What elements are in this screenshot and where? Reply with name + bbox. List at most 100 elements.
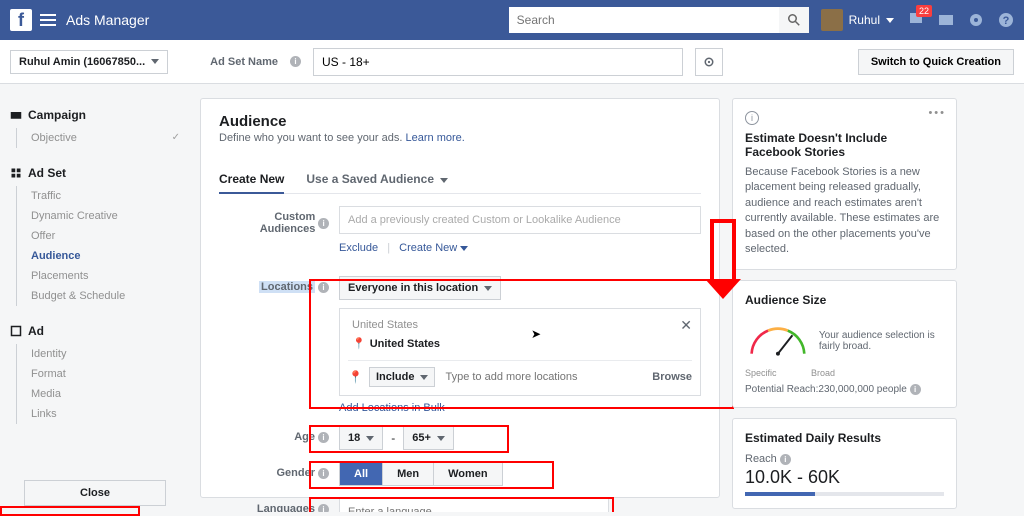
info-icon[interactable]: i: [318, 504, 329, 513]
bulk-locations-link[interactable]: Add Locations in Bulk: [339, 402, 445, 414]
info-icon[interactable]: i: [318, 218, 329, 229]
audience-subtitle: Define who you want to see your ads. Lea…: [219, 132, 701, 144]
adset-icon: [10, 167, 22, 179]
info-icon[interactable]: i: [910, 384, 921, 395]
svg-text:?: ?: [1003, 15, 1010, 27]
avatar: [821, 9, 843, 31]
potential-reach: Potential Reach:230,000,000 people i: [745, 384, 944, 395]
close-button[interactable]: Close: [24, 480, 166, 506]
account-dropdown[interactable]: Ruhul Amin (16067850...: [10, 50, 168, 74]
left-nav: Campaign Objective✓ Ad Set TrafficDynami…: [0, 84, 190, 512]
audience-title: Audience: [219, 113, 701, 130]
gender-all-button[interactable]: All: [340, 463, 383, 485]
user-name: Ruhul: [849, 13, 880, 27]
languages-label: Languagesi: [219, 498, 329, 512]
daily-title: Estimated Daily Results: [745, 431, 944, 445]
nav-item-media[interactable]: Media: [31, 384, 180, 404]
cursor-icon: ➤: [531, 327, 541, 341]
chevron-down-icon: [420, 375, 428, 380]
info-icon[interactable]: i: [318, 282, 329, 293]
gender-label: Genderi: [219, 462, 329, 479]
adset-settings-button[interactable]: [695, 48, 723, 76]
location-scope-dropdown[interactable]: Everyone in this location: [339, 276, 501, 300]
app-title: Ads Manager: [66, 12, 149, 28]
search-icon: [788, 14, 800, 26]
include-dropdown[interactable]: Include: [369, 367, 436, 387]
nav-section-campaign[interactable]: Campaign: [10, 108, 86, 122]
stories-notice-card: ••• i Estimate Doesn't Include Facebook …: [732, 98, 957, 270]
chevron-down-icon: [484, 286, 492, 291]
info-icon[interactable]: i: [318, 468, 329, 479]
size-title: Audience Size: [745, 293, 944, 307]
pin-icon: 📍: [352, 337, 366, 350]
age-max-dropdown[interactable]: 65+: [403, 426, 454, 450]
annotation-box: [0, 506, 140, 516]
browse-link[interactable]: Browse: [652, 371, 692, 383]
custom-audiences-label: Custom Audiencesi: [219, 206, 329, 235]
location-item[interactable]: 📍United States: [348, 333, 692, 354]
nav-item-audience[interactable]: Audience: [31, 246, 180, 266]
gear-icon: [703, 56, 715, 68]
audience-size-card: Audience Size Your audience selection is…: [732, 280, 957, 408]
add-location-input[interactable]: [441, 367, 646, 387]
nav-item-identity[interactable]: Identity: [31, 344, 180, 364]
info-icon: i: [745, 111, 759, 125]
gear-icon[interactable]: [968, 12, 984, 28]
info-icon[interactable]: i: [290, 56, 301, 67]
nav-item-offer[interactable]: Offer: [31, 226, 180, 246]
notice-body: Because Facebook Stories is a new placem…: [745, 165, 944, 257]
info-icon[interactable]: i: [318, 432, 329, 443]
switch-quick-creation-button[interactable]: Switch to Quick Creation: [858, 49, 1014, 75]
top-bar: f Ads Manager Ruhul 22 ?: [0, 0, 1024, 40]
sub-bar: Ruhul Amin (16067850... Ad Set Name i Sw…: [0, 40, 1024, 84]
tab-create-new[interactable]: Create New: [219, 166, 284, 194]
nav-section-ad[interactable]: Ad: [10, 324, 180, 338]
age-min-dropdown[interactable]: 18: [339, 426, 383, 450]
gender-men-button[interactable]: Men: [383, 463, 434, 485]
facebook-logo[interactable]: f: [10, 9, 32, 31]
exclude-link[interactable]: Exclude: [339, 242, 378, 254]
location-group: United States: [348, 317, 692, 333]
pin-icon: 📍: [348, 370, 363, 384]
create-new-link[interactable]: Create New: [399, 242, 468, 254]
help-icon[interactable]: ?: [998, 12, 1014, 28]
adset-name-input[interactable]: [313, 48, 683, 76]
notifications-icon[interactable]: 22: [908, 11, 924, 30]
user-menu[interactable]: Ruhul: [821, 9, 894, 31]
audience-card: Audience Define who you want to see your…: [200, 98, 720, 498]
menu-icon[interactable]: [40, 14, 56, 26]
chevron-down-icon: [886, 18, 894, 23]
more-icon[interactable]: •••: [928, 107, 946, 119]
nav-item-format[interactable]: Format: [31, 364, 180, 384]
close-icon[interactable]: ✕: [680, 317, 692, 334]
nav-item-dynamic-creative[interactable]: Dynamic Creative: [31, 206, 180, 226]
languages-input[interactable]: [339, 498, 609, 512]
notice-title: Estimate Doesn't Include Facebook Storie…: [745, 131, 944, 159]
search-input[interactable]: [509, 7, 779, 33]
nav-item-objective[interactable]: Objective✓: [31, 128, 180, 148]
nav-item-links[interactable]: Links: [31, 404, 180, 424]
notification-badge: 22: [916, 5, 932, 17]
info-icon[interactable]: i: [780, 454, 791, 465]
custom-audiences-input[interactable]: Add a previously created Custom or Looka…: [339, 206, 701, 234]
adset-name-label: Ad Set Name: [210, 56, 278, 68]
chevron-down-icon: [437, 436, 445, 441]
gender-women-button[interactable]: Women: [434, 463, 502, 485]
tab-saved-audience[interactable]: Use a Saved Audience: [306, 166, 448, 193]
chevron-down-icon: [366, 436, 374, 441]
learn-more-link[interactable]: Learn more.: [406, 132, 465, 144]
messages-icon[interactable]: [938, 12, 954, 28]
daily-results-card: Estimated Daily Results Reach i 10.0K - …: [732, 418, 957, 509]
nav-item-placements[interactable]: Placements: [31, 266, 180, 286]
gauge-icon: [745, 313, 811, 368]
ad-icon: [10, 325, 22, 337]
nav-section-adset[interactable]: Ad Set: [10, 166, 180, 180]
chevron-down-icon: [151, 59, 159, 64]
daily-value: 10.0K - 60K: [745, 467, 944, 488]
locations-label: Locationsi: [219, 276, 329, 293]
folder-icon: [10, 109, 22, 121]
location-box: ✕ United States 📍United States 📍 Include…: [339, 308, 701, 396]
nav-item-budget-&-schedule[interactable]: Budget & Schedule: [31, 286, 180, 306]
nav-item-traffic[interactable]: Traffic: [31, 186, 180, 206]
search-button[interactable]: [779, 7, 809, 33]
